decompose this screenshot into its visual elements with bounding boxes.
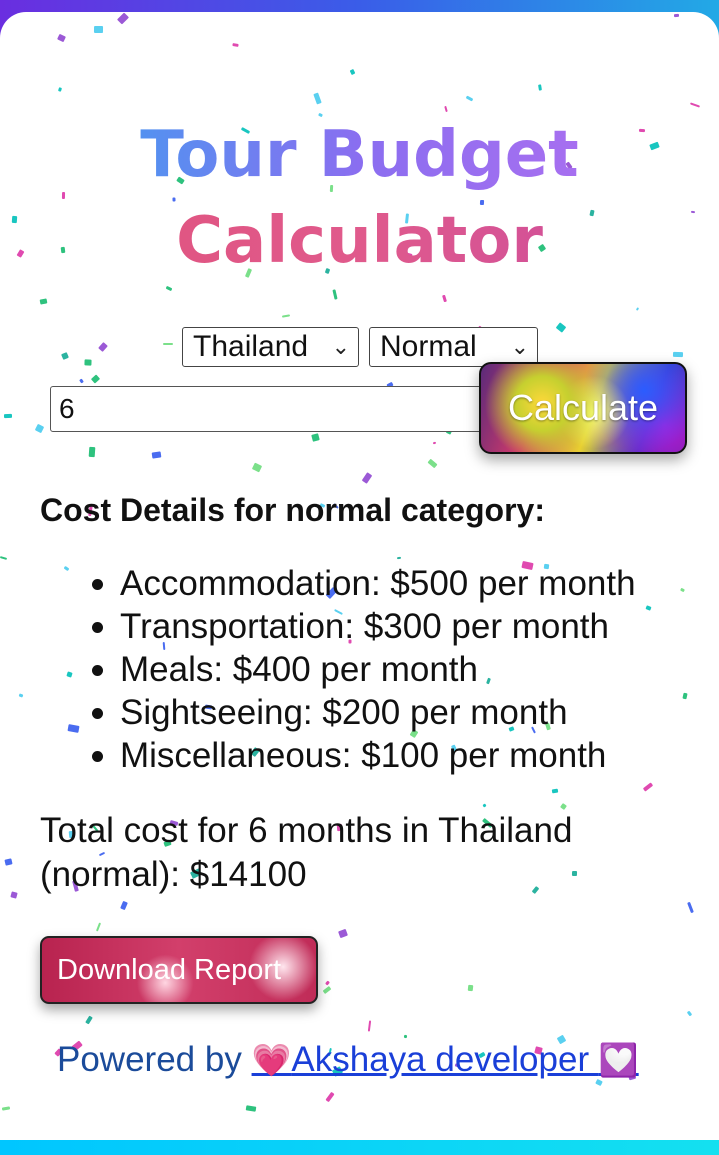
confetti-piece [10,891,18,899]
confetti-piece [313,92,322,105]
country-select-value: Thailand [193,330,309,363]
cost-details-heading: Cost Details for normal category: [40,492,545,528]
confetti-piece [689,102,701,108]
confetti-piece [61,352,69,360]
confetti-piece [232,43,239,47]
confetti-piece [367,1020,372,1032]
confetti-piece [311,433,320,442]
confetti-piece [95,922,102,932]
page-title: Tour Budget Calculator [0,112,719,284]
download-report-button[interactable]: Download Report [40,936,318,1004]
title-line-2: Calculator [0,198,719,284]
confetti-piece [325,1091,335,1103]
confetti-piece [88,446,96,458]
confetti-piece [672,351,684,358]
cost-list: Accommodation: $500 per month Transporta… [92,562,636,777]
confetti-piece [67,724,80,733]
confetti-piece [245,1105,257,1112]
confetti-piece [165,285,173,292]
confetti-piece [93,25,104,34]
powered-by-footer: Powered by 💗Akshaya developer 💟 [57,1038,639,1082]
chevron-down-icon: ⌄ [331,334,350,359]
list-item: Accommodation: $500 per month [92,564,636,603]
confetti-piece [467,984,474,992]
heart-icon: 💗 [251,1042,292,1078]
confetti-piece [645,605,652,611]
heart-decoration-icon: 💟 [598,1042,639,1078]
developer-link[interactable]: 💗Akshaya developer 💟 [252,1040,639,1079]
confetti-piece [332,289,338,300]
country-select[interactable]: Thailand ⌄ [182,327,359,367]
category-select-value: Normal [380,330,477,363]
confetti-piece [18,693,24,698]
confetti-piece [66,671,73,678]
confetti-piece [349,68,356,76]
title-line-1: Tour Budget [0,112,719,198]
confetti-piece [551,788,559,794]
confetti-piece [427,458,438,469]
confetti-piece [34,423,45,434]
confetti-piece [281,314,291,318]
confetti-piece [1,1106,11,1111]
confetti-piece [442,294,447,303]
confetti-piece [465,95,474,102]
confetti-piece [682,692,688,700]
confetti-piece [555,322,567,333]
confetti-piece [85,1015,93,1025]
confetti-piece [90,374,101,384]
confetti-piece [39,298,48,305]
confetti-piece [322,985,332,995]
confetti-piece [79,378,84,384]
powered-by-label: Powered by [57,1040,252,1079]
list-item: Miscellaneous: $100 per month [92,734,636,777]
confetti-piece [63,565,70,572]
chevron-down-icon: ⌄ [510,334,529,359]
confetti-piece [361,472,373,484]
confetti-piece [686,1010,693,1017]
confetti-piece [84,359,92,366]
confetti-piece [3,413,13,419]
confetti-piece [635,307,640,311]
confetti-piece [432,441,437,445]
category-select[interactable]: Normal ⌄ [369,327,538,367]
confetti-piece [396,556,402,560]
confetti-piece [4,858,13,866]
confetti-piece [680,587,685,593]
confetti-piece [642,782,654,792]
confetti-piece [687,901,694,914]
list-item: Meals: $400 per month [92,648,636,691]
confetti-piece [538,84,542,91]
calculate-button[interactable]: Calculate [479,362,687,454]
total-cost-text: Total cost for 6 months in Thailand (nor… [40,811,573,894]
confetti-piece [120,900,128,911]
confetti-piece [251,462,263,473]
months-input[interactable]: 6 [50,386,504,432]
confetti-piece [673,13,680,18]
confetti-piece [116,12,130,25]
confetti-piece [57,33,66,43]
bottom-bar [0,1140,719,1155]
confetti-piece [151,451,162,459]
confetti-piece [482,803,487,808]
confetti-piece [163,343,173,345]
calculator-card: Tour Budget Calculator Thailand ⌄ Normal… [0,12,719,1140]
confetti-piece [338,928,348,939]
list-item: Transportation: $300 per month [92,605,636,648]
confetti-piece [98,342,108,352]
developer-name: Akshaya developer [291,1040,599,1079]
list-item: Sightseeing: $200 per month [92,691,636,734]
confetti-piece [57,87,63,92]
confetti-piece [325,980,330,986]
confetti-piece [0,556,8,560]
